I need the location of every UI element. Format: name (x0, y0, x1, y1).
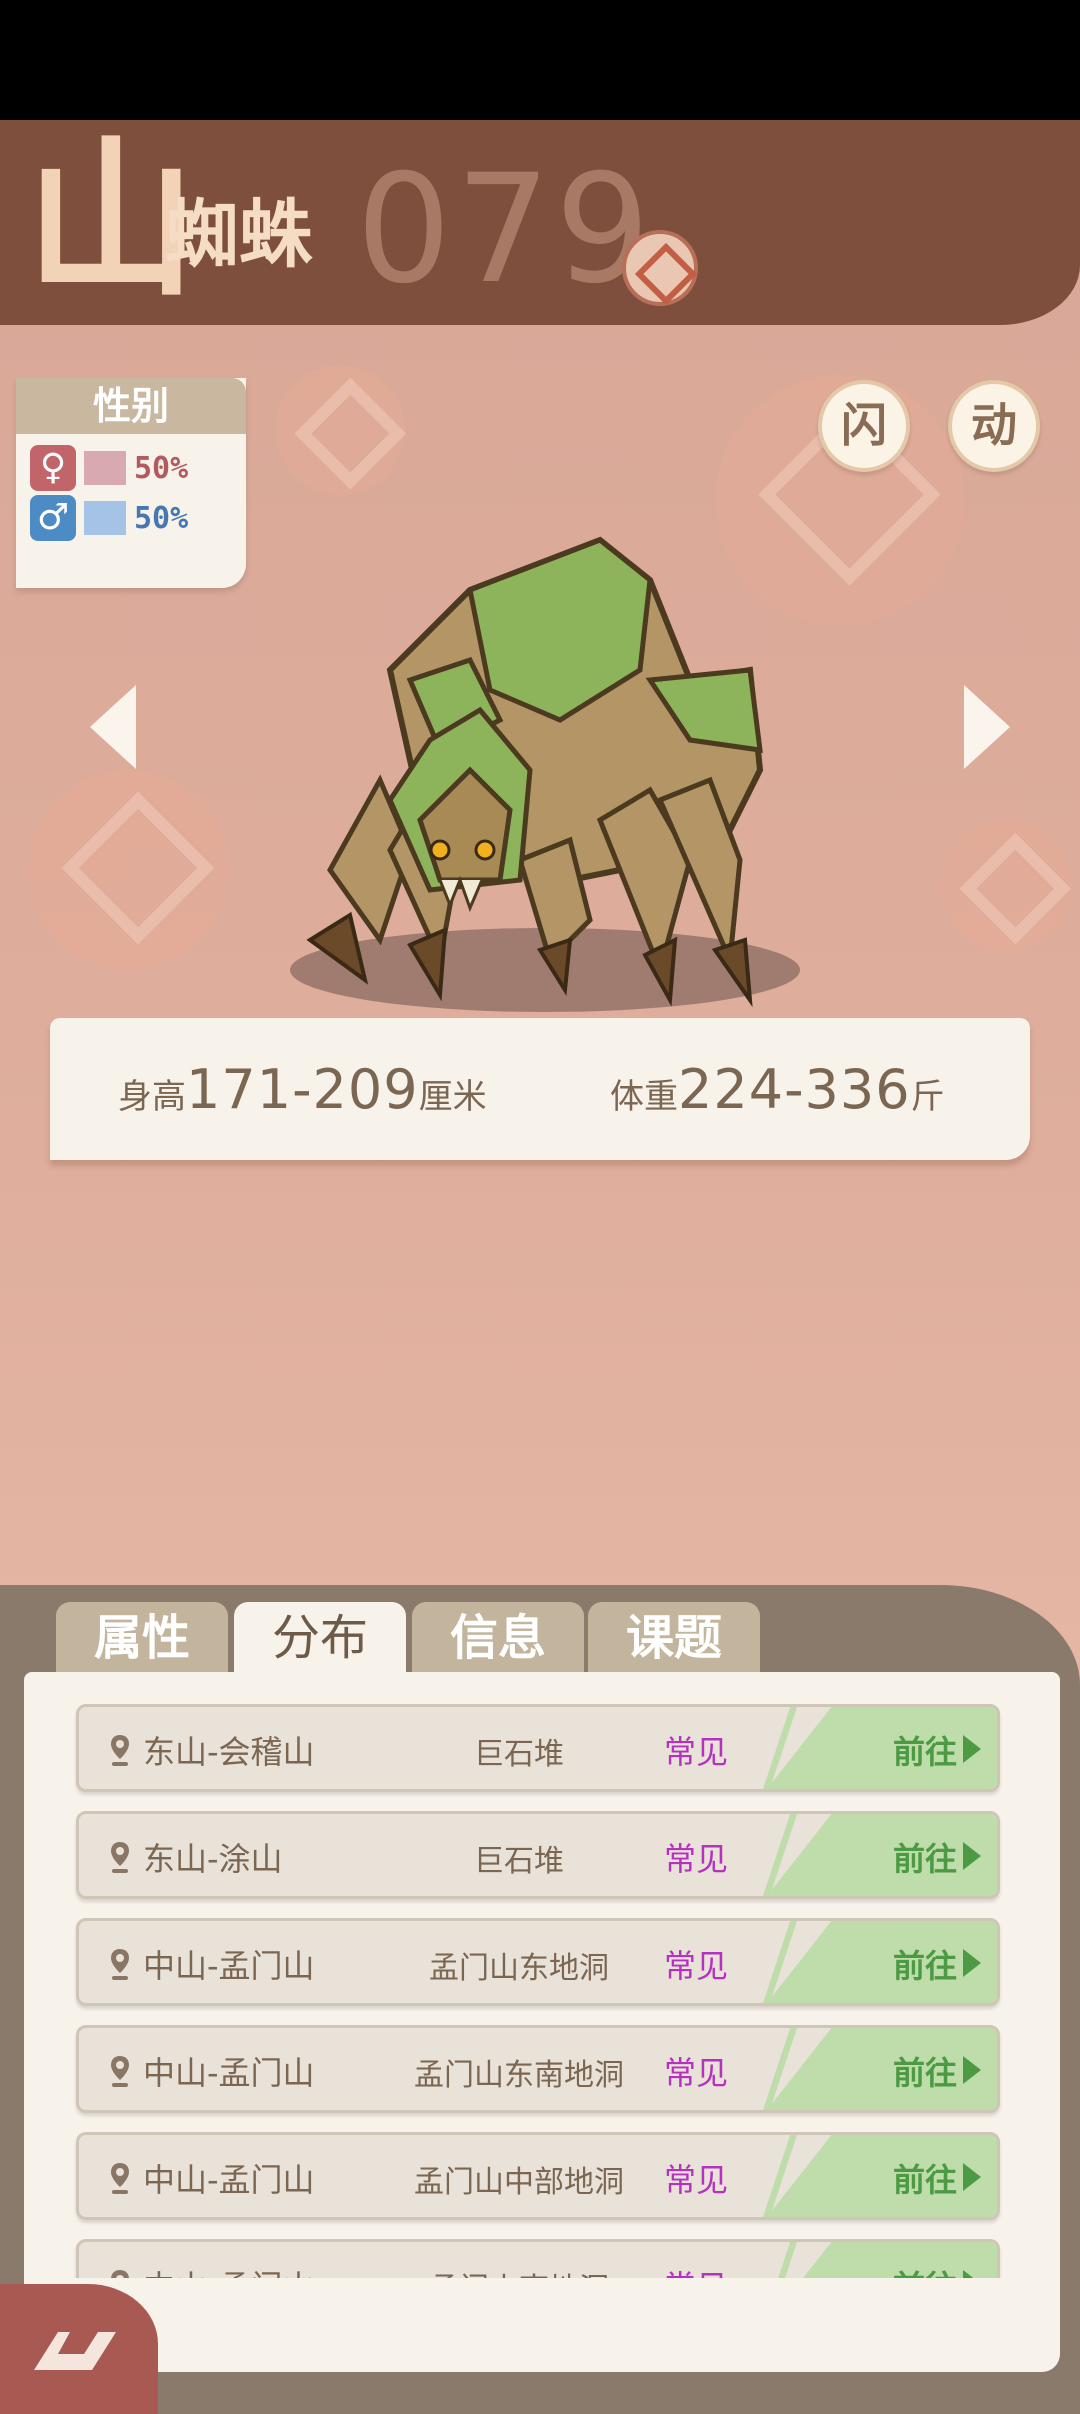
status-bar (0, 0, 1080, 120)
location-rarity: 常见 (664, 1947, 729, 1985)
weight-info: 体重224-336斤 (610, 1058, 945, 1121)
location-rarity: 常见 (664, 1733, 729, 1771)
arrow-right-icon[interactable] (964, 685, 1010, 769)
location-place: 中山-孟门山 (143, 2161, 315, 2199)
location-rarity: 常见 (664, 2262, 728, 2278)
title-header: 山 蜘蛛 079 (0, 120, 1080, 325)
height-value: 171-209 (186, 1058, 419, 1121)
gender-title: 性别 (16, 378, 246, 434)
distribution-list: 东山-会稽山 巨石堆 常见 前往 东山-涂山 巨石堆 常见 前往 中山-孟门山 … (24, 1672, 1060, 2278)
weight-value: 224-336 (678, 1058, 911, 1121)
location-pin-icon (111, 2270, 129, 2278)
male-bar (84, 501, 126, 535)
location-row[interactable]: 中山-孟门山 孟门山中部地洞 常见 前往 (76, 2132, 1000, 2220)
size-card: 身高171-209厘米 体重224-336斤 (50, 1018, 1030, 1160)
location-place: 东山-会稽山 (143, 1733, 315, 1771)
location-pin-icon (111, 2163, 129, 2194)
play-icon (963, 1735, 981, 1763)
logo-corner-button[interactable] (0, 2284, 158, 2414)
play-icon (963, 2056, 981, 2084)
play-icon (963, 1949, 981, 1977)
location-row[interactable]: 东山-涂山 巨石堆 常见 前往 (76, 1811, 1000, 1899)
location-row[interactable]: 中山-孟门山 孟门山东南地洞 常见 前往 (76, 2025, 1000, 2113)
male-row: ♂ 50% (30, 495, 246, 541)
location-rarity: 常见 (664, 2054, 729, 2092)
go-stripe (763, 2242, 797, 2278)
location-pin-icon (111, 2056, 129, 2087)
go-label[interactable]: 前往 (893, 2262, 957, 2278)
background-emblem (940, 820, 1070, 950)
location-area: 孟门山东南地洞 (414, 2058, 624, 2093)
tab-attributes[interactable]: 属性 (56, 1602, 228, 1672)
location-area: 孟门山东地洞 (429, 1951, 609, 1986)
height-info: 身高171-209厘米 (118, 1058, 487, 1121)
gender-card: 性别 ♀ 50% ♂ 50% (16, 378, 246, 588)
height-label: 身高 (118, 1077, 186, 1117)
go-label[interactable]: 前往 (893, 1727, 957, 1773)
location-row[interactable]: 中山-孟门山 孟门山南地洞 常见 前往 (76, 2239, 1000, 2278)
location-row[interactable]: 中山-孟门山 孟门山东地洞 常见 前往 (76, 1918, 1000, 2006)
go-label[interactable]: 前往 (893, 1941, 957, 1987)
location-place: 东山-涂山 (143, 1840, 283, 1878)
play-icon (963, 1842, 981, 1870)
creature-name-rest: 蜘蛛 (165, 192, 313, 278)
location-pin-icon (111, 1842, 129, 1873)
tab-info[interactable]: 信息 (412, 1602, 584, 1672)
distribution-list-panel: 东山-会稽山 巨石堆 常见 前往 东山-涂山 巨石堆 常见 前往 中山-孟门山 … (24, 1672, 1060, 2372)
weight-unit: 斤 (910, 1077, 945, 1117)
location-rarity: 常见 (664, 1840, 729, 1878)
tab-tasks[interactable]: 课题 (588, 1602, 760, 1672)
go-label[interactable]: 前往 (893, 2048, 957, 2094)
female-percent: 50% (134, 450, 189, 486)
weight-label: 体重 (610, 1077, 678, 1117)
female-icon: ♀ (30, 445, 76, 491)
location-row[interactable]: 东山-会稽山 巨石堆 常见 前往 (76, 1704, 1000, 1792)
go-label[interactable]: 前往 (893, 2155, 957, 2201)
female-bar (84, 451, 126, 485)
tab-distribution[interactable]: 分布 (234, 1602, 406, 1674)
animate-button[interactable]: 动 (948, 380, 1040, 472)
go-label[interactable]: 前往 (893, 1834, 957, 1880)
arrow-left-icon[interactable] (90, 685, 136, 769)
shiny-button[interactable]: 闪 (818, 380, 910, 472)
location-pin-icon (111, 1735, 129, 1766)
location-rarity: 常见 (664, 2161, 729, 2199)
location-area: 巨石堆 (474, 1737, 564, 1772)
location-place: 中山-孟门山 (143, 2262, 315, 2278)
background-emblem (275, 365, 405, 495)
female-row: ♀ 50% (30, 445, 246, 491)
play-icon (963, 2270, 981, 2278)
location-area: 孟门山南地洞 (379, 2264, 659, 2278)
type-badge-icon[interactable] (622, 230, 698, 306)
location-place: 中山-孟门山 (143, 2054, 315, 2092)
height-unit: 厘米 (418, 1077, 487, 1117)
creature-number: 079 (356, 143, 655, 317)
creature-illustration (290, 536, 800, 1012)
location-pin-icon (111, 1949, 129, 1980)
location-place: 中山-孟门山 (143, 1947, 315, 1985)
location-area: 巨石堆 (474, 1844, 564, 1879)
location-area: 孟门山中部地洞 (414, 2165, 624, 2200)
male-percent: 50% (134, 500, 189, 536)
logo-icon (34, 2332, 116, 2370)
male-icon: ♂ (30, 495, 76, 541)
background-emblem (28, 770, 228, 970)
play-icon (963, 2163, 981, 2191)
